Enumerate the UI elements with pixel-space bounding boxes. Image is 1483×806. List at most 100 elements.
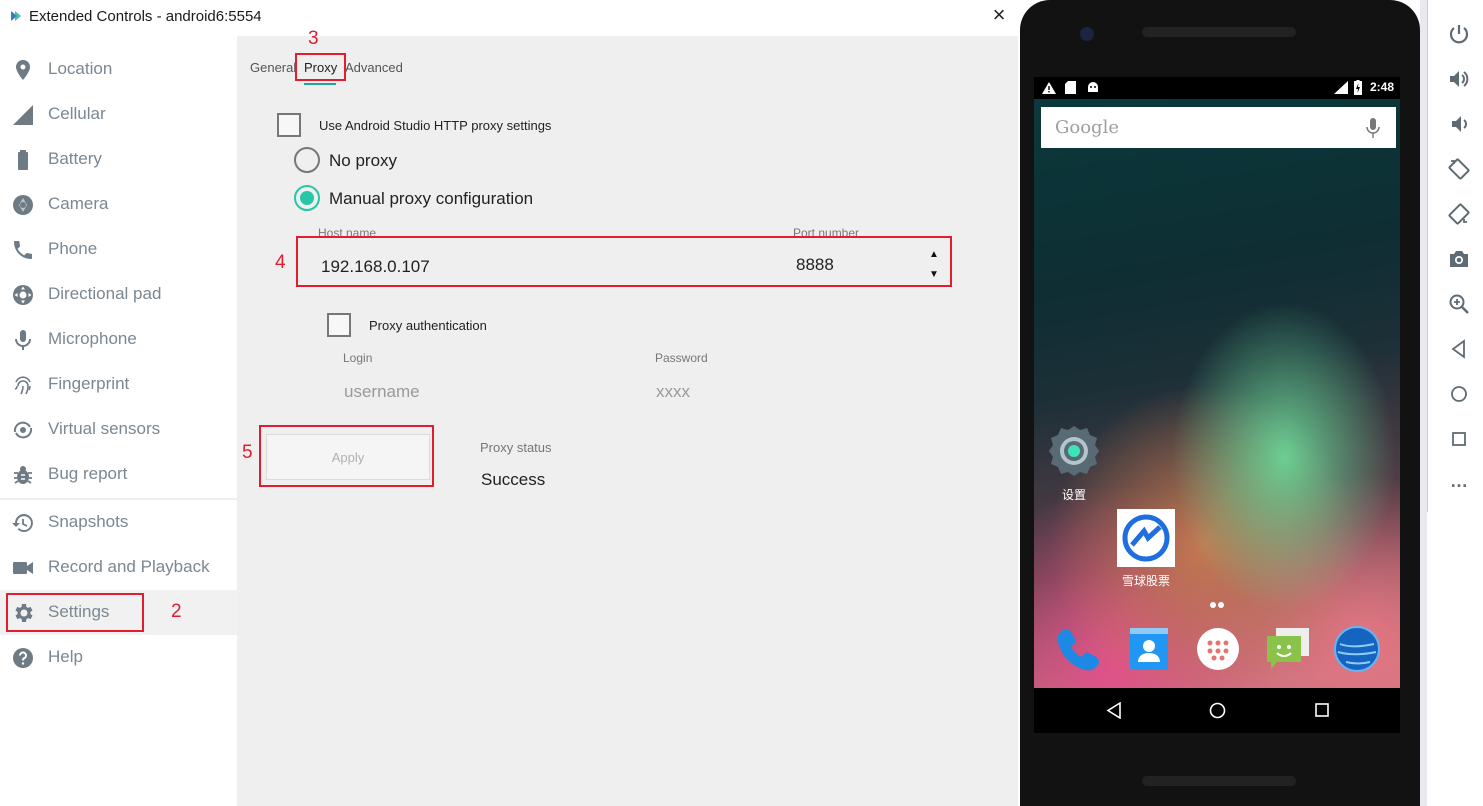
browser-app-icon[interactable] <box>1332 624 1382 674</box>
sidebar-item-location[interactable]: Location <box>0 47 237 92</box>
fingerprint-icon <box>14 376 31 395</box>
bug-icon <box>14 466 32 484</box>
warning-icon <box>1042 82 1056 94</box>
sidebar-item-microphone[interactable]: Microphone <box>0 317 237 362</box>
no-proxy-radio[interactable] <box>294 147 320 173</box>
camera-icon[interactable] <box>1447 247 1471 271</box>
window-gap <box>1420 0 1427 806</box>
password-input[interactable]: xxxx <box>656 382 690 402</box>
settings-app-icon[interactable] <box>1045 422 1103 480</box>
screen-root: Extended Controls - android6:5554 × Loca… <box>0 0 1483 806</box>
zoom-icon[interactable] <box>1447 292 1471 316</box>
dpad-icon <box>13 285 33 305</box>
sidebar-item-battery[interactable]: Battery <box>0 137 237 182</box>
emulator-logo-icon <box>11 11 21 21</box>
rotate-left-icon[interactable] <box>1447 157 1471 181</box>
apply-button[interactable]: Apply <box>266 434 430 480</box>
manual-proxy-radio[interactable] <box>294 185 320 211</box>
sidebar-item-record-and-playback[interactable]: Record and Playback <box>0 545 237 590</box>
google-search-brand: Google <box>1055 117 1119 138</box>
sidebar: Location Cellular Battery Camera Phone D… <box>0 36 237 806</box>
app-label-xueqiu: 雪球股票 <box>1121 574 1170 588</box>
sidebar-item-cellular[interactable]: Cellular <box>0 92 237 137</box>
host-name-label: Host name <box>318 226 377 240</box>
sd-card-icon <box>1065 81 1076 94</box>
google-search-bar[interactable]: Google <box>1041 107 1396 148</box>
emulator-toolbar: … <box>1427 0 1483 512</box>
tab-advanced[interactable]: Advanced <box>345 60 403 75</box>
port-number-input[interactable]: 8888 <box>796 255 834 275</box>
annotation-number-2: 2 <box>171 601 182 622</box>
sidebar-item-help[interactable]: Help <box>0 635 237 680</box>
power-icon[interactable] <box>1447 22 1471 46</box>
port-number-label: Port number <box>793 226 860 240</box>
tab-proxy[interactable]: Proxy <box>304 60 337 75</box>
proxy-authentication-checkbox[interactable] <box>327 313 351 337</box>
sidebar-item-label: Fingerprint <box>48 374 130 393</box>
sidebar-item-camera[interactable]: Camera <box>0 182 237 227</box>
phone-icon <box>14 241 32 259</box>
proxy-status-value: Success <box>481 470 546 489</box>
volume-up-icon[interactable] <box>1447 67 1471 91</box>
nav-home-icon[interactable] <box>1209 702 1226 719</box>
proxy-authentication-label: Proxy authentication <box>369 318 487 333</box>
sidebar-item-settings[interactable]: Settings <box>0 590 237 635</box>
extended-controls-window: Extended Controls - android6:5554 × Loca… <box>0 0 1018 806</box>
signal-icon <box>1334 81 1348 94</box>
messaging-app-icon[interactable] <box>1263 624 1313 674</box>
sidebar-item-label: Location <box>48 59 113 78</box>
android-debug-icon <box>1088 82 1098 92</box>
sidebar-item-label: Battery <box>48 149 102 168</box>
app-drawer-icon[interactable] <box>1193 624 1243 674</box>
window-title: Extended Controls - android6:5554 <box>29 8 262 25</box>
tab-general[interactable]: General <box>250 60 296 75</box>
desktop-background <box>1427 512 1483 806</box>
sidebar-item-label: Bug report <box>48 464 128 483</box>
login-input[interactable]: username <box>344 382 420 402</box>
top-speaker <box>1142 27 1296 37</box>
history-icon <box>12 514 33 532</box>
video-camera-icon <box>13 562 33 574</box>
xueqiu-app-icon[interactable] <box>1117 509 1175 567</box>
volume-down-icon[interactable] <box>1447 112 1471 136</box>
phone-screen: 2:48 Google 设置 雪球股票 <box>1034 77 1400 733</box>
password-label: Password <box>655 351 708 365</box>
sidebar-item-bug-report[interactable]: Bug report <box>0 452 237 497</box>
sidebar-item-label: Record and Playback <box>48 557 210 576</box>
sidebar-item-label: Phone <box>48 239 98 258</box>
sidebar-item-phone[interactable]: Phone <box>0 227 237 272</box>
voice-search-icon[interactable] <box>1366 118 1380 138</box>
home-icon[interactable] <box>1447 382 1471 406</box>
sidebar-item-virtual-sensors[interactable]: Virtual sensors <box>0 407 237 452</box>
page-indicator-icon <box>1210 602 1224 608</box>
port-decrement-button[interactable]: ▼ <box>929 269 939 280</box>
app-label-settings: 设置 <box>1061 488 1086 502</box>
no-proxy-label: No proxy <box>329 151 398 170</box>
battery-charging-icon <box>1354 80 1362 95</box>
port-increment-button[interactable]: ▲ <box>929 249 939 260</box>
nav-overview-icon[interactable] <box>1315 703 1329 717</box>
battery-icon <box>18 150 28 170</box>
host-name-input[interactable]: 192.168.0.107 <box>321 257 430 277</box>
status-clock: 2:48 <box>1369 80 1394 94</box>
sidebar-item-directional-pad[interactable]: Directional pad <box>0 272 237 317</box>
close-button[interactable]: × <box>988 4 1010 26</box>
contacts-app-icon[interactable] <box>1124 624 1174 674</box>
sidebar-item-label: Settings <box>48 602 110 621</box>
back-icon[interactable] <box>1447 337 1471 361</box>
overview-icon[interactable] <box>1447 427 1471 451</box>
sidebar-item-snapshots[interactable]: Snapshots <box>0 500 237 545</box>
rotate-right-icon[interactable] <box>1447 202 1471 226</box>
gear-icon <box>15 604 33 622</box>
sidebar-item-label: Camera <box>48 194 109 213</box>
sidebar-item-label: Snapshots <box>48 512 129 531</box>
phone-nav-bar <box>1034 688 1400 733</box>
help-icon <box>13 648 33 668</box>
phone-app-icon[interactable] <box>1053 624 1103 674</box>
annotation-number-4: 4 <box>275 252 286 273</box>
sidebar-item-label: Cellular <box>48 104 106 123</box>
more-icon[interactable]: … <box>1447 472 1471 496</box>
nav-back-icon[interactable] <box>1106 702 1122 719</box>
use-studio-proxy-checkbox[interactable] <box>277 113 301 137</box>
sidebar-item-fingerprint[interactable]: Fingerprint <box>0 362 237 407</box>
